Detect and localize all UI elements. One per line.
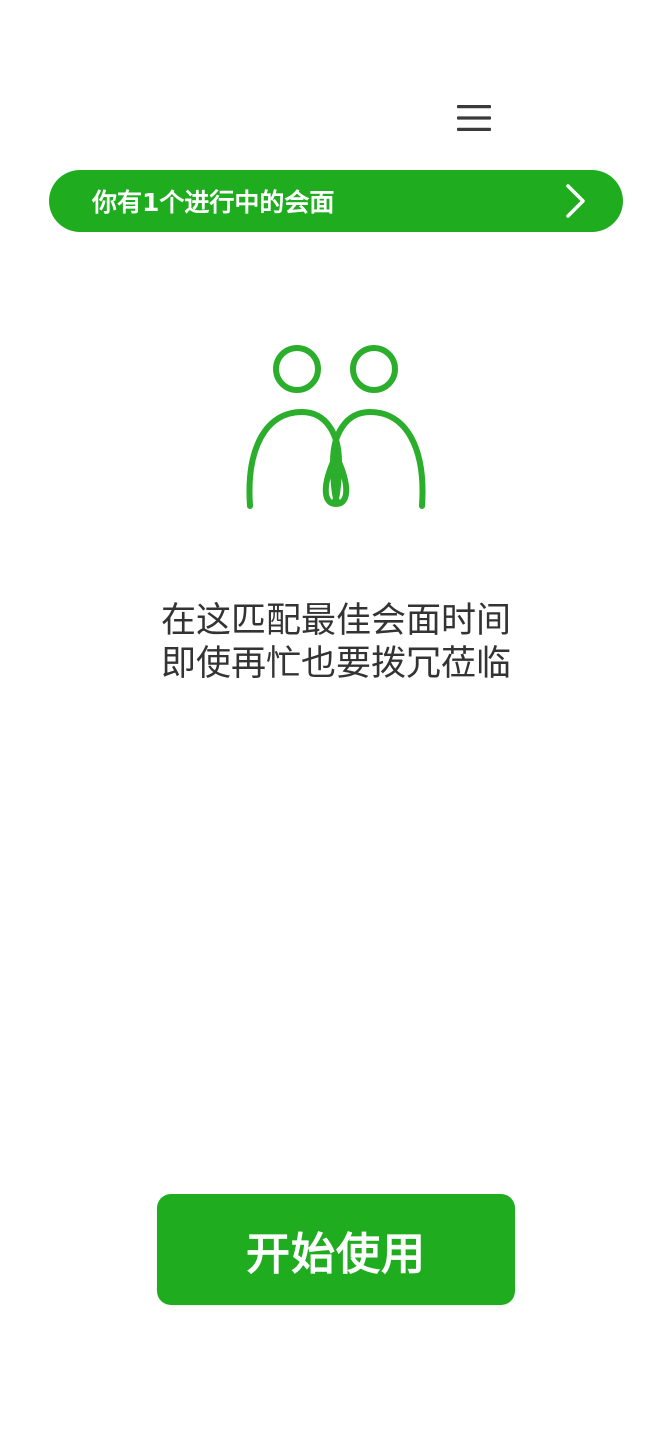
tagline-line-2: 即使再忙也要拨冗莅临 <box>160 644 511 684</box>
start-button-label: 开始使用 <box>246 1228 426 1280</box>
tagline: 在这匹配最佳会面时间 即使再忙也要拨冗莅临 <box>0 600 672 686</box>
hamburger-menu-icon <box>457 105 491 131</box>
tagline-line-1: 在这匹配最佳会面时间 <box>160 601 511 641</box>
ongoing-meeting-text: 你有1个进行中的会面 <box>92 188 335 217</box>
start-button[interactable]: 开始使用 <box>157 1194 515 1305</box>
app-screen: 你有1个进行中的会面 在这匹配最佳会面时间 即使再忙也要拨冗莅临 开始使用 <box>0 0 672 1456</box>
chevron-right-icon <box>565 183 587 219</box>
ongoing-meeting-banner[interactable]: 你有1个进行中的会面 <box>49 170 623 232</box>
two-people-icon <box>236 338 436 514</box>
menu-button[interactable] <box>452 96 496 140</box>
